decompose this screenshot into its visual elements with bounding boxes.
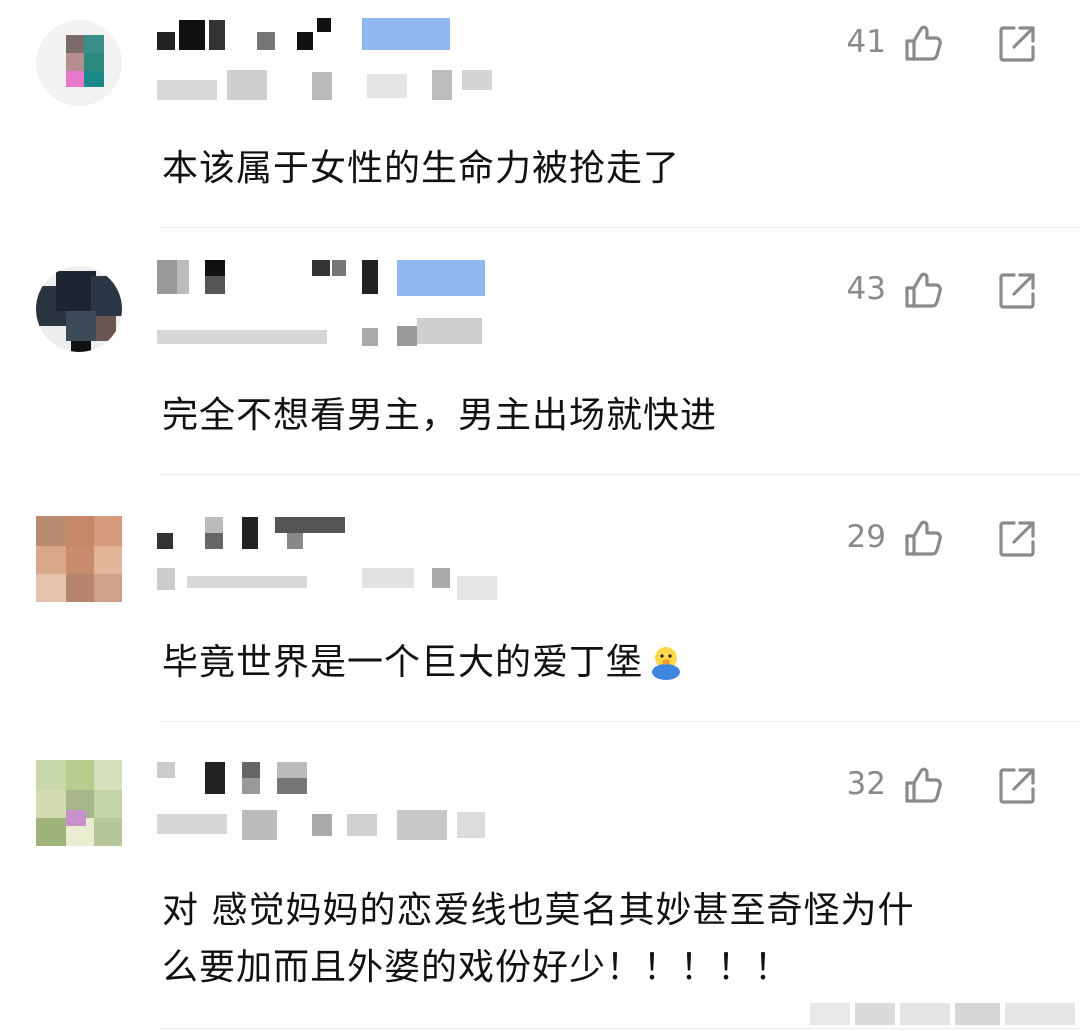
comment-text-line: 对 感觉妈妈的恋爱线也莫名其妙甚至奇怪为什 [162, 890, 915, 931]
thumbs-up-icon[interactable] [903, 765, 943, 805]
username-blurred[interactable] [157, 760, 357, 800]
comment-item: 32 对 感觉妈妈的恋爱线也莫名其妙甚至奇怪为什 么要加而且外婆的戏份好少！！！… [0, 0, 1080, 1031]
like-count: 32 [846, 766, 886, 802]
avatar[interactable] [36, 760, 122, 846]
comment-text: 对 感觉妈妈的恋爱线也莫名其妙甚至奇怪为什 么要加而且外婆的戏份好少！！！！！ [162, 886, 1042, 993]
comment-text-line: 么要加而且外婆的戏份好少！！！！！ [162, 947, 792, 988]
timestamp-blurred [157, 810, 497, 844]
share-external-icon[interactable] [997, 766, 1037, 806]
watermark-blurred [810, 997, 1080, 1031]
